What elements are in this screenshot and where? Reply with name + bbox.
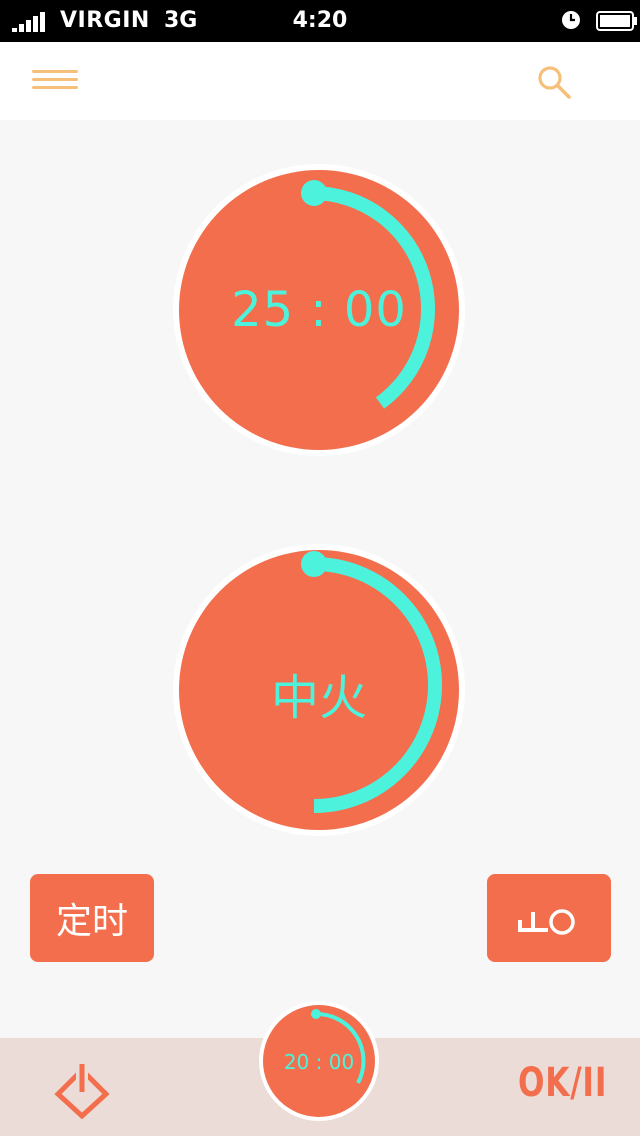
timer-dial[interactable]: 25 : 00 [169, 160, 469, 460]
key-icon [518, 909, 575, 935]
timer-button[interactable]: 定时 [30, 874, 154, 962]
mini-timer-value: 20 : 00 [283, 1050, 355, 1074]
heat-level-value: 中火 [270, 670, 367, 726]
timer-button-label: 定时 [55, 901, 128, 942]
power-icon[interactable] [52, 1062, 112, 1120]
timer-value: 25 : 00 [231, 282, 407, 338]
heat-dial-handle[interactable] [301, 551, 327, 577]
mini-timer-dial[interactable]: 20 : 00 [258, 1000, 380, 1122]
key-button[interactable] [487, 874, 611, 962]
heat-level-dial[interactable]: 中火 [169, 540, 469, 840]
battery-icon [596, 11, 637, 31]
app-header [0, 42, 640, 120]
search-icon[interactable] [536, 64, 572, 100]
alarm-clock-icon [562, 11, 580, 29]
hamburger-menu-icon[interactable] [32, 68, 78, 92]
status-time: 4:20 [292, 8, 348, 33]
timer-dial-handle[interactable] [301, 180, 327, 206]
mini-dial-handle [311, 1009, 321, 1019]
status-bar: VIRGIN 3G 4:20 [0, 0, 640, 42]
ok-pause-button[interactable]: OK/II [518, 1060, 606, 1110]
